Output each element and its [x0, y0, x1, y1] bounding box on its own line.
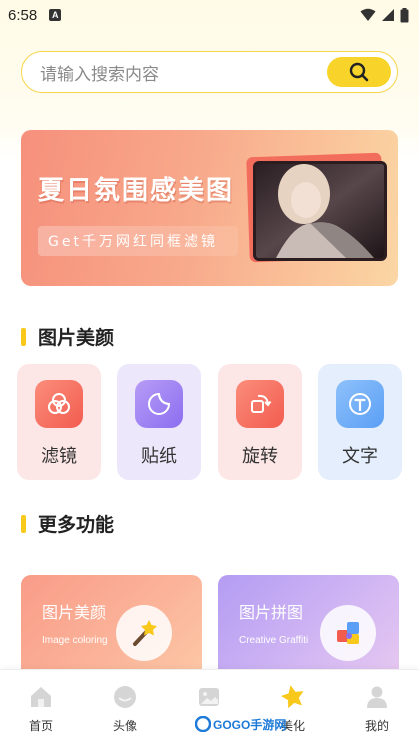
section-title-text: 图片美颜 — [38, 327, 115, 349]
status-indicators — [360, 7, 409, 23]
section-title-text: 更多功能 — [38, 514, 115, 536]
portrait-image — [256, 164, 384, 258]
magic-wand-icon — [116, 605, 172, 661]
promo-banner[interactable]: 夏日氛围感美图 Get千万网红同框滤镜 — [21, 130, 398, 286]
wifi-icon — [360, 8, 376, 21]
filter-icon — [35, 380, 83, 428]
tool-filter[interactable]: 滤镜 — [17, 364, 101, 480]
rotate-icon — [236, 380, 284, 428]
watermark-icon — [195, 716, 211, 732]
battery-icon — [400, 7, 409, 22]
nav-profile[interactable]: 我的 — [342, 670, 412, 744]
watermark-logo: GOGO手游网 — [195, 715, 286, 733]
search-icon — [349, 62, 369, 82]
puzzle-icon — [320, 605, 376, 661]
tool-filter-label: 滤镜 — [41, 446, 77, 467]
feature-title: 图片拼图 — [239, 603, 304, 622]
profile-icon — [363, 683, 391, 711]
feature-title: 图片美颜 — [42, 603, 107, 622]
nav-avatar[interactable]: 头像 — [90, 670, 160, 744]
home-icon — [27, 683, 55, 711]
beauty-section-title: 图片美颜 — [21, 323, 114, 350]
banner-title: 夏日氛围感美图 — [38, 176, 235, 206]
star-icon — [279, 683, 307, 711]
feature-subtitle: Creative Graffiti — [239, 635, 309, 646]
tool-rotate[interactable]: 旋转 — [218, 364, 302, 480]
feature-subtitle: Image coloring — [42, 635, 108, 646]
section-accent — [21, 327, 26, 346]
tool-text[interactable]: 文字 — [318, 364, 402, 480]
watermark-text: GOGO手游网 — [213, 717, 287, 732]
nav-home-label: 首页 — [28, 719, 53, 733]
nav-profile-label: 我的 — [364, 719, 389, 733]
status-bar: 6:58 A — [0, 0, 419, 30]
status-time: 6:58 — [8, 6, 38, 24]
search-input[interactable]: 请输入搜索内容 — [40, 60, 159, 85]
notification-icon: A — [49, 9, 62, 21]
nav-home[interactable]: 首页 — [6, 670, 76, 744]
banner-subtitle: Get千万网红同框滤镜 — [38, 226, 238, 256]
nav-avatar-label: 头像 — [112, 719, 137, 733]
banner-photo — [253, 161, 387, 261]
image-icon — [195, 683, 223, 711]
tool-rotate-label: 旋转 — [242, 446, 278, 467]
text-icon — [336, 380, 384, 428]
tool-sticker[interactable]: 贴纸 — [117, 364, 201, 480]
tool-sticker-label: 贴纸 — [141, 446, 177, 467]
tool-text-label: 文字 — [342, 446, 378, 467]
more-section-title: 更多功能 — [21, 510, 114, 537]
avatar-icon — [111, 683, 139, 711]
search-bar[interactable]: 请输入搜索内容 — [21, 51, 398, 93]
sticker-icon — [135, 380, 183, 428]
section-accent — [21, 514, 26, 533]
search-button[interactable] — [327, 57, 391, 87]
signal-icon — [382, 9, 394, 21]
